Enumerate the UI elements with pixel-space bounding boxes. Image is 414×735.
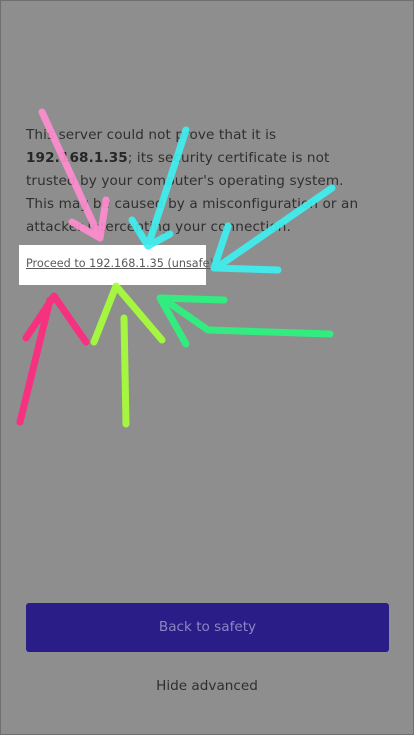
hide-advanced-link[interactable]: Hide advanced <box>1 678 413 694</box>
warning-host: 192.168.1.35 <box>26 150 128 166</box>
warning-text-before: This server could not prove that it is <box>26 127 277 143</box>
back-to-safety-button[interactable]: Back to safety <box>26 603 389 652</box>
proceed-link-highlight: Proceed to 192.168.1.35 (unsafe) <box>19 245 214 285</box>
interstitial-page: This server could not prove that it is 1… <box>0 0 414 735</box>
proceed-unsafe-link[interactable]: Proceed to 192.168.1.35 (unsafe) <box>26 257 214 270</box>
security-warning-text: This server could not prove that it is 1… <box>26 124 371 239</box>
